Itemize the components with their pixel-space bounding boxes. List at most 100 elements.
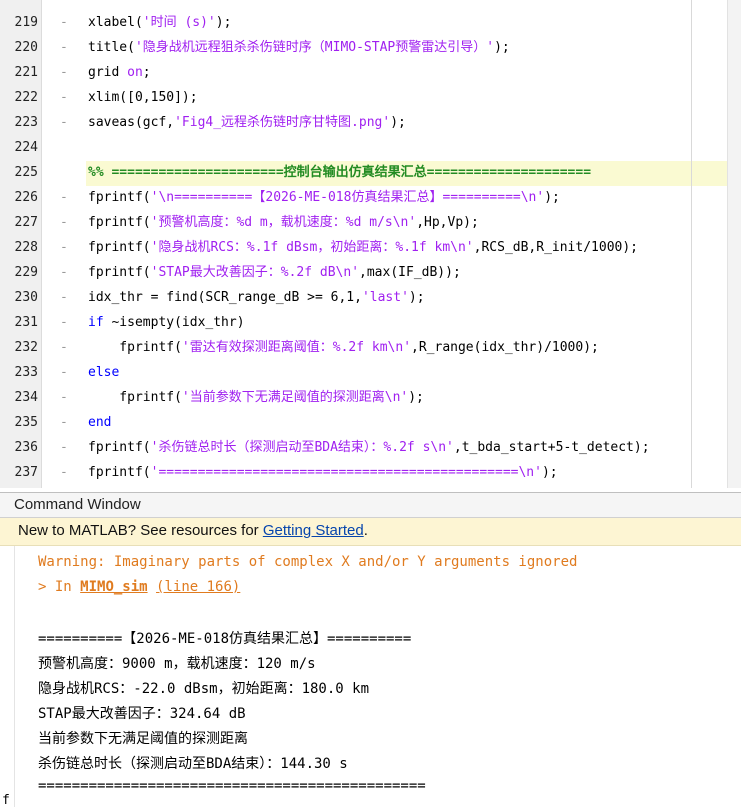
line-number: 233 xyxy=(14,365,38,380)
code-string: '预警机高度：%d m，载机速度：%d m/s\n' xyxy=(150,215,417,230)
breakpoint-marker[interactable]: - xyxy=(60,185,68,210)
code-string: '杀伤链总时长（探测启动至BDA结束）：%.2f s\n' xyxy=(150,440,454,455)
code-line[interactable]: 232 - fprintf('雷达有效探测距离阈值：%.2f km\n',R_ra… xyxy=(0,335,741,360)
line-number: 220 xyxy=(14,40,38,55)
code-line[interactable]: 234 - fprintf('当前参数下无满足阈值的探测距离\n'); xyxy=(0,385,741,410)
code-text: fprintf('预警机高度：%d m，载机速度：%d m/s\n',Hp,Vp… xyxy=(88,210,479,235)
code-line[interactable]: 235 - end xyxy=(0,410,741,435)
code-string: '当前参数下无满足阈值的探测距离\n' xyxy=(181,390,409,405)
breakpoint-marker[interactable]: - xyxy=(60,260,68,285)
code-token: ,max(IF_dB)); xyxy=(359,265,461,280)
breakpoint-marker[interactable]: - xyxy=(60,235,68,260)
code-line[interactable]: 226 - fprintf('\n==========【2026-ME-018仿真结… xyxy=(0,185,741,210)
code-line[interactable]: 228- fprintf('隐身战机RCS：%.1f dBsm，初始距离：%.1f… xyxy=(0,235,741,260)
code-line[interactable]: 229 - fprintf('STAP最大改善因子：%.2f dB\n',max(I… xyxy=(0,260,741,285)
code-comment: %% ======================控制台输出仿真结果汇总====… xyxy=(88,165,592,180)
breakpoint-marker[interactable]: - xyxy=(60,60,68,85)
line-number: 223 xyxy=(14,115,38,130)
line-number: 237 xyxy=(14,465,38,480)
line-number: 219 xyxy=(14,15,38,30)
code-line[interactable]: 225 %% ======================控制台输出仿真结果汇总=… xyxy=(0,160,741,185)
code-text: fprintf('杀伤链总时长（探测启动至BDA结束）：%.2f s\n',t_… xyxy=(88,435,650,460)
code-string: on xyxy=(127,65,143,80)
code-line[interactable]: 224 xyxy=(0,135,741,160)
code-text: title('隐身战机远程狙杀杀伤链时序（MIMO-STAP预警雷达引导）'); xyxy=(88,35,510,60)
breakpoint-marker[interactable]: - xyxy=(60,35,68,60)
code-text: else xyxy=(88,360,119,385)
code-line[interactable]: 227- fprintf('预警机高度：%d m，载机速度：%d m/s\n',H… xyxy=(0,210,741,235)
code-editor[interactable]: 219- xlabel('时间 (s)'); 220- title('隐身战机远程狙杀… xyxy=(0,0,741,488)
breakpoint-marker[interactable]: - xyxy=(60,460,68,485)
warning-function-link[interactable]: MIMO_sim xyxy=(80,579,147,595)
code-text: xlabel('时间 (s)'); xyxy=(88,10,231,35)
code-text: fprintf('雷达有效探测距离阈值：%.2f km\n',R_range(i… xyxy=(88,335,599,360)
line-number: 229 xyxy=(14,265,38,280)
code-token: fprintf( xyxy=(88,340,182,355)
code-token: ); xyxy=(390,115,406,130)
code-line[interactable]: 222 - xlim([0,150]); xyxy=(0,85,741,110)
command-window-title: Command Window xyxy=(14,496,141,513)
code-text: idx_thr = find(SCR_range_dB >= 6,1,'last… xyxy=(88,285,425,310)
code-line[interactable]: 237- fprintf('===========================… xyxy=(0,460,741,485)
breakpoint-marker[interactable]: - xyxy=(60,285,68,310)
code-token: ); xyxy=(494,40,510,55)
breakpoint-marker[interactable]: - xyxy=(60,435,68,460)
line-number: 236 xyxy=(14,440,38,455)
code-token: xlim([0,150]); xyxy=(88,90,198,105)
line-number: 226 xyxy=(14,190,38,205)
code-token: ); xyxy=(408,390,424,405)
code-line[interactable]: 221- grid on; xyxy=(0,60,741,85)
code-line[interactable]: 220 - title('隐身战机远程狙杀杀伤链时序（MIMO-STAP预警雷达引导… xyxy=(0,35,741,60)
code-string: 'last' xyxy=(361,290,409,305)
code-keyword: if xyxy=(88,315,104,330)
line-number: 232 xyxy=(14,340,38,355)
code-text: %% ======================控制台输出仿真结果汇总====… xyxy=(88,160,591,185)
line-number: 230 xyxy=(14,290,38,305)
code-line[interactable]: 236- fprintf('杀伤链总时长（探测启动至BDA结束）：%.2f s\n… xyxy=(0,435,741,460)
code-token: ; xyxy=(142,65,151,80)
code-line[interactable]: 219 - xlabel('时间 (s)'); xyxy=(0,10,741,35)
code-line[interactable]: 231- if ~isempty(idx_thr) xyxy=(0,310,741,335)
breakpoint-marker[interactable]: - xyxy=(60,85,68,110)
warning-location: > In MIMO_sim (line 166) xyxy=(38,579,240,595)
output-line: 当前参数下无满足阈值的探测距离 xyxy=(38,731,248,747)
line-number: 225 xyxy=(14,165,38,180)
code-text: fprintf('隐身战机RCS：%.1f dBsm，初始距离：%.1f km\… xyxy=(88,235,638,260)
command-window-left-margin xyxy=(0,546,15,807)
code-text: saveas(gcf,'Fig4_远程杀伤链时序甘特图.png'); xyxy=(88,110,406,135)
line-number: 235 xyxy=(14,415,38,430)
warning-line-link[interactable]: (line 166) xyxy=(156,579,240,595)
breakpoint-marker[interactable]: - xyxy=(60,10,68,35)
warning-in-label: > In xyxy=(38,579,81,595)
code-line[interactable]: 230 - idx_thr = find(SCR_range_dB >= 6,1,'… xyxy=(0,285,741,310)
breakpoint-marker[interactable]: - xyxy=(60,360,68,385)
code-line[interactable]: 233 - else xyxy=(0,360,741,385)
breakpoint-marker[interactable]: - xyxy=(60,410,68,435)
code-token: ); xyxy=(215,15,232,30)
code-token: ); xyxy=(541,465,558,480)
code-token: fprintf( xyxy=(88,440,151,455)
code-token: grid xyxy=(88,65,128,80)
code-token: fprintf( xyxy=(88,265,151,280)
breakpoint-marker[interactable]: - xyxy=(60,310,68,335)
breakpoint-marker[interactable]: - xyxy=(60,385,68,410)
command-prompt[interactable]: f xyxy=(2,793,10,808)
code-token: ,RCS_dB,R_init/1000); xyxy=(473,240,639,255)
line-number: 234 xyxy=(14,390,38,405)
code-token: ~isempty(idx_thr) xyxy=(103,315,245,330)
output-line: 隐身战机RCS：-22.0 dBsm，初始距离：180.0 km xyxy=(38,681,370,697)
code-token: saveas(gcf, xyxy=(88,115,175,130)
code-text: grid on; xyxy=(88,60,151,85)
code-text: fprintf('\n==========【2026-ME-018仿真结果汇总】… xyxy=(88,185,560,210)
getting-started-link[interactable]: Getting Started xyxy=(263,522,364,539)
breakpoint-marker[interactable]: - xyxy=(60,210,68,235)
output-line: ========================================… xyxy=(38,778,426,794)
breakpoint-marker[interactable]: - xyxy=(60,110,68,135)
banner-suffix: . xyxy=(363,522,368,539)
code-token: fprintf( xyxy=(88,390,182,405)
code-line[interactable]: 223 - saveas(gcf,'Fig4_远程杀伤链时序甘特图.png'); xyxy=(0,110,741,135)
getting-started-banner: New to MATLAB? See resources for Getting… xyxy=(0,518,741,546)
code-string: 'STAP最大改善因子：%.2f dB\n' xyxy=(150,265,360,280)
breakpoint-marker[interactable]: - xyxy=(60,335,68,360)
output-line: 杀伤链总时长（探测启动至BDA结束）：144.30 s xyxy=(38,756,348,772)
